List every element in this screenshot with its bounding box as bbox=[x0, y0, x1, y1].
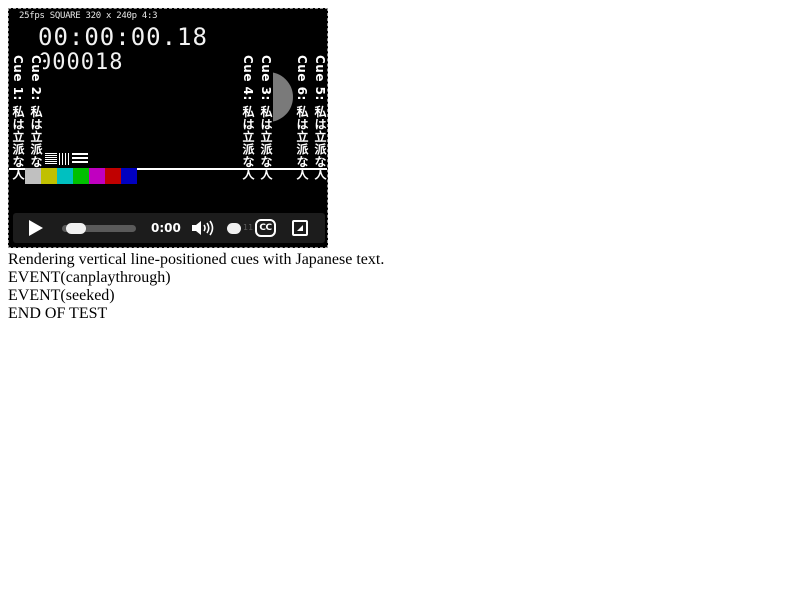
volume-slider[interactable]: 11 bbox=[227, 223, 253, 234]
timeline-thumb[interactable] bbox=[66, 223, 86, 234]
video-player[interactable]: 25fps SQUARE 320 x 240p 4:3 00:00:00.18 … bbox=[8, 8, 328, 248]
cue-1: Cue 1: 私は立派な人 bbox=[10, 55, 25, 181]
color-bar bbox=[89, 168, 105, 184]
color-bar bbox=[105, 168, 121, 184]
fullscreen-icon[interactable] bbox=[292, 220, 308, 236]
log-line: EVENT(seeked) bbox=[8, 287, 115, 304]
cue-3: Cue 3: 私は立派な人 bbox=[258, 55, 273, 181]
color-bar bbox=[121, 168, 137, 184]
video-frame-count: 000018 bbox=[38, 50, 124, 75]
color-bars bbox=[25, 168, 137, 184]
volume-ghost-text: 11 bbox=[243, 223, 254, 232]
test-pattern-vlines bbox=[59, 153, 70, 165]
video-overlay-label: 25fps SQUARE 320 x 240p 4:3 bbox=[19, 11, 158, 21]
test-pattern-hlines-wide bbox=[72, 153, 88, 165]
cue-2: Cue 2: 私は立派な人 bbox=[28, 55, 43, 181]
color-bar bbox=[73, 168, 89, 184]
volume-thumb[interactable] bbox=[227, 223, 241, 234]
current-time: 0:00 bbox=[151, 221, 181, 235]
log-line: Rendering vertical line-positioned cues … bbox=[8, 251, 385, 268]
timeline-slider[interactable] bbox=[62, 223, 136, 234]
speaker-icon[interactable] bbox=[191, 220, 215, 236]
color-bar bbox=[41, 168, 57, 184]
cue-5: Cue 5: 私は立派な人 bbox=[312, 55, 327, 181]
closed-captions-button[interactable]: CC bbox=[255, 219, 276, 237]
cue-4: Cue 4: 私は立派な人 bbox=[240, 55, 255, 181]
log-line: EVENT(canplaythrough) bbox=[8, 269, 171, 286]
color-bar bbox=[57, 168, 73, 184]
test-log: Rendering vertical line-positioned cues … bbox=[8, 251, 384, 323]
log-line: END OF TEST bbox=[8, 305, 108, 322]
test-pattern-hlines bbox=[45, 153, 57, 165]
media-controls: 0:00 11 CC bbox=[13, 213, 325, 243]
color-bar bbox=[25, 168, 41, 184]
play-icon[interactable] bbox=[29, 220, 43, 236]
cue-6: Cue 6: 私は立派な人 bbox=[294, 55, 309, 181]
video-timecode: 00:00:00.18 bbox=[38, 23, 208, 51]
